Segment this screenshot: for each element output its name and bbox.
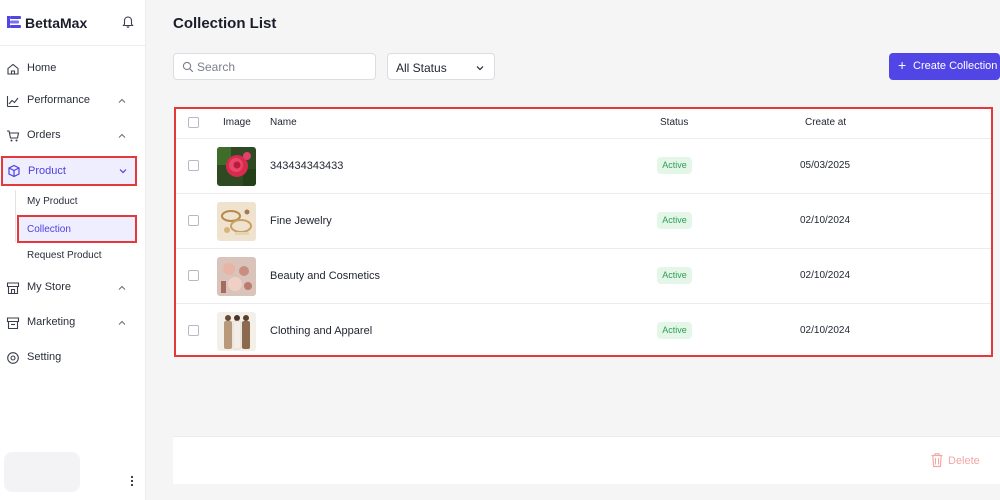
chevron-down-icon [476,66,484,71]
sidebar-item-label: My Store [27,281,72,293]
collection-name: Clothing and Apparel [270,325,373,337]
box-icon [8,164,20,178]
cart-icon [7,130,20,142]
home-icon [7,63,19,75]
create-collection-label: Create Collection [913,60,998,72]
sidebar-item-label: Performance [27,94,90,106]
status-badge: Active [657,322,692,339]
chevron-up-icon[interactable] [117,318,127,328]
chevron-up-icon[interactable] [117,96,127,106]
collection-name: Beauty and Cosmetics [270,270,381,282]
table-row[interactable]: Beauty and Cosmetics Active 02/10/2024 [176,249,991,304]
row-checkbox[interactable] [188,160,199,171]
column-header-image: Image [223,117,251,128]
table-row[interactable]: Clothing and Apparel Active 02/10/2024 [176,304,991,359]
apparel-photo [217,312,256,351]
table-footer: Delete [173,436,1000,484]
brand-name: BettaMax [25,15,88,31]
cosmetics-photo [217,257,256,296]
status-filter-select[interactable]: All Status [387,53,495,80]
created-date: 02/10/2024 [800,215,851,226]
select-all-checkbox[interactable] [188,117,199,128]
sidebar-item-home[interactable]: Home [0,54,146,84]
collection-name: 343434343433 [270,160,344,172]
collection-name: Fine Jewelry [270,215,332,227]
brand-logo-icon [7,16,21,28]
sidebar-item-performance[interactable]: Performance [0,86,146,116]
row-checkbox[interactable] [188,325,199,336]
sidebar-item-my-store[interactable]: My Store [0,273,146,303]
chevron-up-icon[interactable] [117,283,127,293]
store-icon [6,282,20,295]
chevron-down-icon[interactable] [118,166,128,176]
submenu-line [15,190,16,242]
collection-table: Image Name Status Create at 343434343433… [174,107,993,357]
delete-button[interactable]: Delete [930,452,990,470]
status-badge: Active [657,212,692,229]
sidebar-subitem-my-product[interactable]: My Product [27,196,78,207]
sidebar-item-label: Product [28,165,66,177]
sidebar-item-label: Home [27,62,57,74]
search-input[interactable] [197,58,367,76]
row-checkbox[interactable] [188,215,199,226]
row-checkbox[interactable] [188,270,199,281]
more-vertical-icon[interactable] [126,474,138,488]
sidebar-item-label: Setting [27,351,62,363]
sidebar-item-label: Orders [27,129,61,141]
status-badge: Active [657,157,692,174]
sidebar-item-label: Marketing [27,316,76,328]
delete-label: Delete [948,455,980,467]
megaphone-icon [6,317,20,330]
column-header-create-at: Create at [805,117,847,128]
plus-icon: + [898,57,907,73]
rose-photo [217,147,256,186]
created-date: 02/10/2024 [800,270,851,281]
sidebar-item-orders[interactable]: Orders [0,121,146,151]
sidebar-subitem-collection[interactable]: Collection [17,215,137,243]
jewelry-photo [217,202,256,241]
column-header-name: Name [270,117,297,128]
sidebar-item-setting[interactable]: Setting [0,343,146,373]
table-row[interactable]: Fine Jewelry Active 02/10/2024 [176,194,991,249]
column-header-status: Status [660,117,689,128]
table-row[interactable]: 343434343433 Active 05/03/2025 [176,139,991,194]
sidebar-item-marketing[interactable]: Marketing [0,308,146,338]
sidebar: BettaMax Home Performance Orders Product… [0,0,146,500]
sidebar-subitem-label: Collection [27,224,71,235]
user-profile[interactable] [4,452,80,492]
sidebar-subitem-request-product[interactable]: Request Product [27,250,102,261]
status-badge: Active [657,267,692,284]
page-title: Collection List [173,15,277,32]
chart-icon [6,96,19,108]
create-collection-button[interactable]: + Create Collection [889,53,1000,80]
search-box[interactable] [173,53,376,80]
table-header: Image Name Status Create at [176,109,991,139]
trash-icon [931,453,943,468]
brand-header: BettaMax [0,0,146,46]
bell-icon[interactable] [121,15,135,29]
chevron-up-icon[interactable] [117,131,127,141]
gear-icon [7,352,19,364]
status-filter-value: All Status [396,61,447,75]
search-icon [182,61,194,73]
created-date: 05/03/2025 [800,160,851,171]
sidebar-item-product[interactable]: Product [1,156,137,186]
created-date: 02/10/2024 [800,325,851,336]
